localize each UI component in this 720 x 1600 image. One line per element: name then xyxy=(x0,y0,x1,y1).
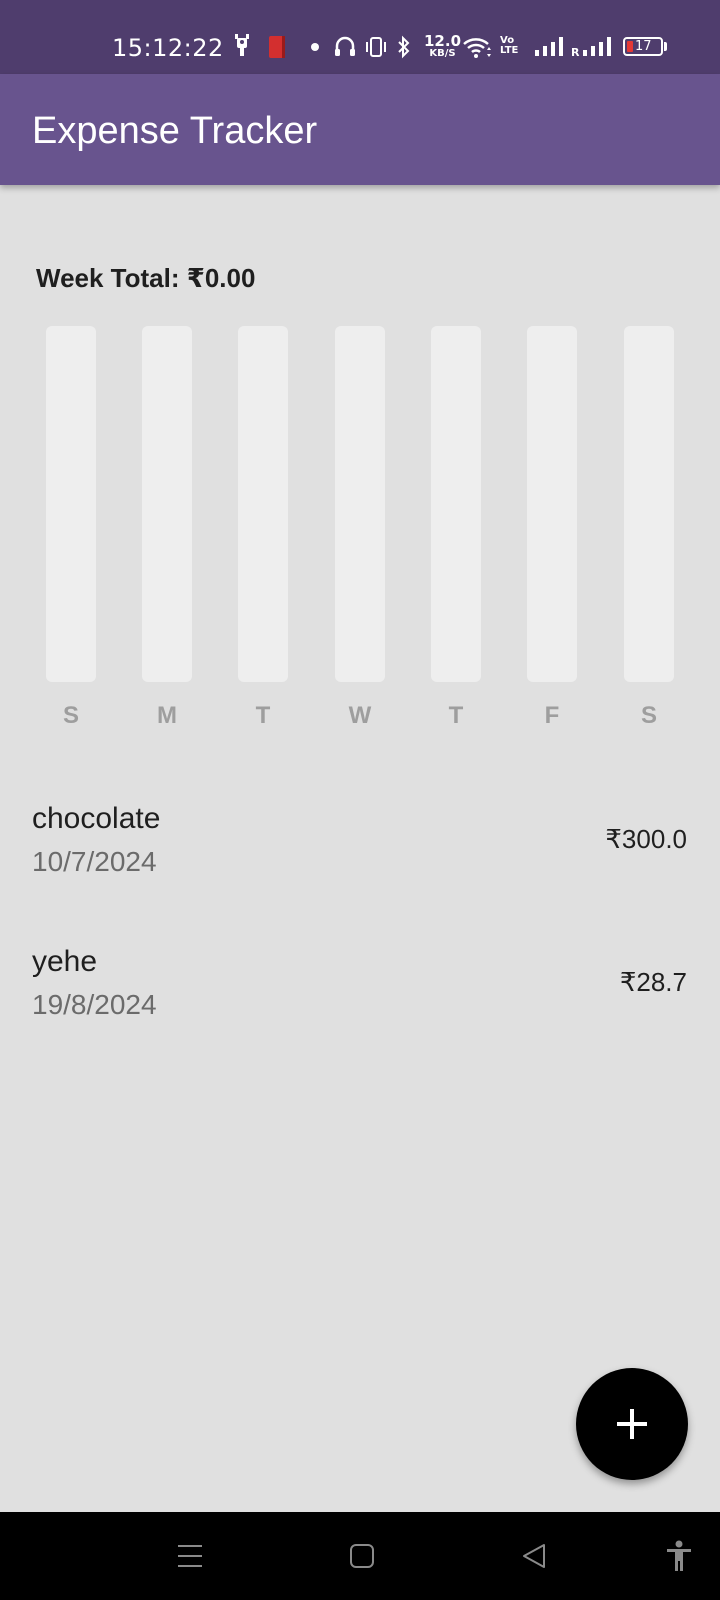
expense-date: 10/7/2024 xyxy=(32,846,157,877)
navigation-bar xyxy=(0,1512,720,1600)
chart-day-label: F xyxy=(544,702,560,729)
wifi-icon xyxy=(462,34,492,60)
chart-day-label: W xyxy=(348,702,372,729)
chart-bar-column: T xyxy=(431,326,481,736)
dot-icon xyxy=(310,34,320,60)
vibrate-icon xyxy=(364,34,388,60)
chart-day-label: M xyxy=(157,702,177,729)
roaming-label: R xyxy=(571,46,580,59)
battery-level: 17 xyxy=(635,39,652,54)
accessibility-button[interactable] xyxy=(638,1512,718,1600)
page-title: Expense Tracker xyxy=(32,110,318,152)
home-button[interactable] xyxy=(322,1512,402,1600)
net-speed-value: 12.0 xyxy=(424,32,462,50)
volte-indicator: Vo LTE xyxy=(500,36,518,56)
chart-bar-column: F xyxy=(527,326,577,736)
net-speed: 12.0 KB/S xyxy=(424,32,462,60)
chart-bar-column: T xyxy=(238,326,288,736)
chart-bar-column: M xyxy=(142,326,192,736)
chart-day-label: T xyxy=(255,702,271,729)
expense-item[interactable]: chocolate 10/7/2024 ₹300.0 xyxy=(0,802,720,922)
chart-bar-column: W xyxy=(335,326,385,736)
chart-bar xyxy=(142,326,192,682)
chart-day-label: T xyxy=(448,702,464,729)
week-total: Week Total: ₹0.00 xyxy=(36,263,256,293)
expense-item[interactable]: yehe 19/8/2024 ₹28.7 xyxy=(0,945,720,1065)
expense-amount: ₹28.7 xyxy=(619,967,687,997)
bluetooth-icon xyxy=(396,34,412,60)
expense-amount: ₹300.0 xyxy=(605,824,687,854)
home-icon xyxy=(350,1544,374,1568)
recents-button[interactable] xyxy=(150,1512,230,1600)
menu-icon xyxy=(178,1545,202,1567)
chart-day-label: S xyxy=(640,702,657,729)
expense-date: 19/8/2024 xyxy=(32,989,157,1020)
chart-bar xyxy=(431,326,481,682)
volte-bottom: LTE xyxy=(500,45,519,56)
chart-bar xyxy=(238,326,288,682)
net-speed-unit: KB/S xyxy=(429,48,456,59)
add-expense-button[interactable] xyxy=(576,1368,688,1480)
signal-icon xyxy=(534,34,564,60)
chart-bar-column: S xyxy=(624,326,674,736)
chart-bar xyxy=(527,326,577,682)
status-time: 15:12:22 xyxy=(112,34,224,62)
back-button[interactable] xyxy=(494,1512,574,1600)
status-bar: 15:12:22 12.0 KB/S Vo LTE R 17 xyxy=(0,0,720,74)
chart-bar xyxy=(335,326,385,682)
back-icon xyxy=(523,1544,545,1568)
signal-roaming-icon xyxy=(582,34,612,60)
chart-bar xyxy=(46,326,96,682)
chart-bar-column: S xyxy=(46,326,96,736)
app-bar: Expense Tracker xyxy=(0,74,720,185)
weekly-bar-chart: SMTWTFS xyxy=(0,326,720,736)
accessibility-icon xyxy=(667,1540,691,1571)
notification-app-icon xyxy=(232,34,252,60)
battery-icon: 17 xyxy=(623,37,663,56)
headphones-icon xyxy=(334,34,356,60)
expense-title: yehe xyxy=(32,945,98,978)
expense-title: chocolate xyxy=(32,802,161,835)
red-app-icon xyxy=(268,34,286,60)
plus-icon xyxy=(617,1409,647,1439)
chart-bar xyxy=(624,326,674,682)
chart-day-label: S xyxy=(62,702,79,729)
